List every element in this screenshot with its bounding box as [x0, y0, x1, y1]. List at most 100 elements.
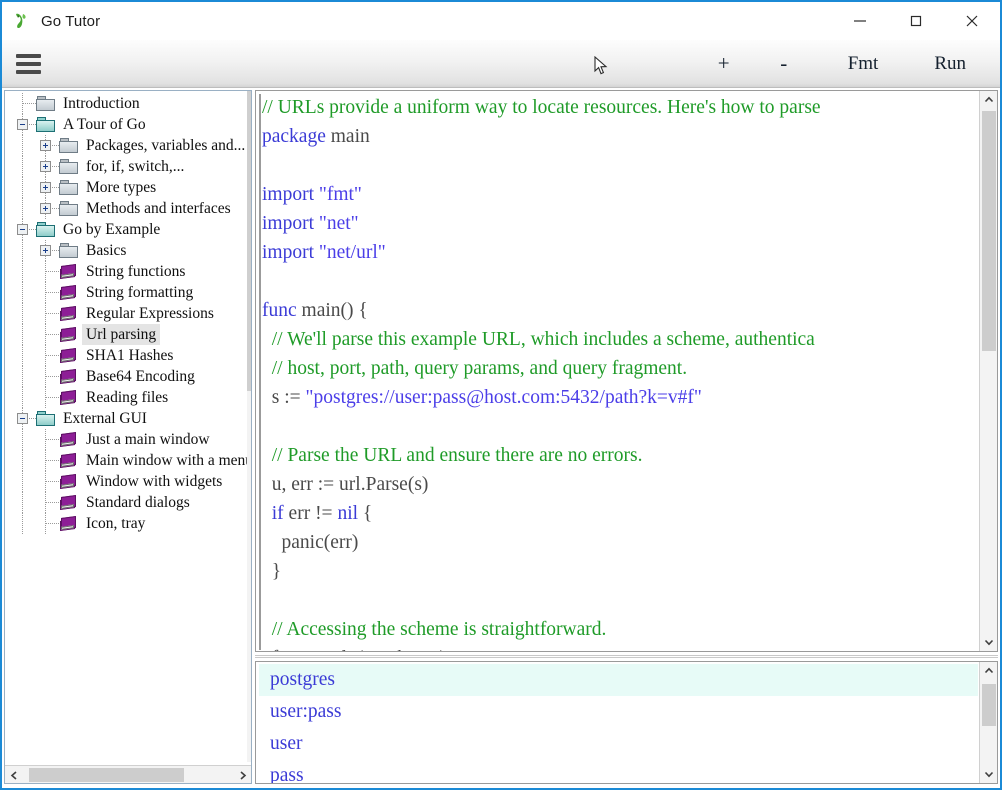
tree-hscroll-left-arrow[interactable] [5, 766, 23, 783]
tree-item-standard-dialogs[interactable]: Standard dialogs [5, 492, 251, 513]
output-list: postgres user:pass user pass [259, 664, 978, 783]
tree-item-content: Icon, tray [59, 513, 148, 534]
tree-hscroll-right-arrow[interactable] [233, 766, 251, 783]
tree-item-label: String formatting [86, 284, 194, 301]
tree-expand-icon[interactable] [40, 245, 51, 256]
tree-item-string-functions[interactable]: String functions [5, 261, 251, 282]
tree-expand-icon[interactable] [40, 161, 51, 172]
hamburger-menu-icon[interactable] [11, 47, 45, 81]
tree-collapse-icon[interactable] [17, 413, 28, 424]
output-vscroll-up-arrow[interactable] [980, 662, 997, 680]
tree-item-content: SHA1 Hashes [59, 345, 176, 366]
code-token: // We'll parse this example URL, which i… [262, 329, 815, 350]
code-vscroll-down-arrow[interactable] [980, 633, 997, 651]
code-line: } [262, 557, 978, 586]
tree-item-for-if-switch[interactable]: for, if, switch,... [5, 156, 251, 177]
tree-item-sha1-hashes[interactable]: SHA1 Hashes [5, 345, 251, 366]
code-vscroll-thumb[interactable] [982, 111, 996, 351]
run-button[interactable]: Run [924, 50, 976, 78]
window-title: Go Tutor [41, 12, 101, 30]
code-editor-viewport[interactable]: // URLs provide a uniform way to locate … [256, 91, 978, 651]
tree-guide-line [46, 334, 59, 335]
folder-open-icon [36, 410, 56, 427]
tree-collapse-icon[interactable] [17, 119, 28, 130]
maximize-button[interactable] [888, 2, 944, 40]
tree-item-go-by-example[interactable]: Go by Example [5, 219, 251, 240]
tree-item-content: More types [59, 177, 159, 198]
tree-item-reading-files[interactable]: Reading files [5, 387, 251, 408]
code-vscrollbar[interactable] [979, 91, 997, 651]
tree-item-icon-tray[interactable]: Icon, tray [5, 513, 251, 534]
tree-item-methods-and-interfaces[interactable]: Methods and interfaces [5, 198, 251, 219]
close-button[interactable] [944, 2, 1000, 40]
tree-item-introduction[interactable]: Introduction [5, 93, 251, 114]
tree-expand-icon[interactable] [40, 182, 51, 193]
tree-item-label: Regular Expressions [86, 305, 214, 322]
tree-hscrollbar[interactable] [5, 765, 251, 783]
tree-guide-line [22, 345, 23, 366]
tree-expand-icon[interactable] [40, 140, 51, 151]
minimize-button[interactable] [832, 2, 888, 40]
tree-item-packages-variables-and[interactable]: Packages, variables and... [5, 135, 251, 156]
tree-item-content: for, if, switch,... [59, 156, 187, 177]
tree-item-content: Introduction [36, 93, 143, 114]
output-vscroll-thumb[interactable] [982, 684, 996, 726]
code-token: main [325, 126, 370, 147]
lesson-tree-viewport[interactable]: Introduction A Tour of Go Packages, variab… [5, 91, 251, 762]
tree-guide-line [22, 135, 23, 156]
tree-item-external-gui[interactable]: External GUI [5, 408, 251, 429]
code-token: { [358, 503, 373, 524]
tree-item-window-with-widgets[interactable]: Window with widgets [5, 471, 251, 492]
code-token: // Parse the URL and ensure there are no… [262, 445, 643, 466]
tree-item-regular-expressions[interactable]: Regular Expressions [5, 303, 251, 324]
output-row[interactable]: pass [270, 760, 978, 783]
tree-vscroll-track[interactable] [247, 91, 251, 762]
tree-item-more-types[interactable]: More types [5, 177, 251, 198]
output-row[interactable]: postgres [259, 664, 978, 696]
code-token: "net" [318, 213, 359, 234]
output-row[interactable]: user:pass [270, 696, 978, 728]
tree-item-label: for, if, switch,... [86, 158, 185, 175]
output-viewport[interactable]: postgres user:pass user pass [256, 662, 978, 783]
tree-item-just-a-main-window[interactable]: Just a main window [5, 429, 251, 450]
tree-expand-icon[interactable] [40, 203, 51, 214]
tree-guide-line [46, 460, 59, 461]
title-bar: Go Tutor [2, 2, 1000, 40]
book-icon [59, 284, 79, 301]
tree-hscroll-thumb[interactable] [29, 768, 184, 782]
output-row[interactable]: user [270, 728, 978, 760]
code-line: panic(err) [262, 528, 978, 557]
tree-item-a-tour-of-go[interactable]: A Tour of Go [5, 114, 251, 135]
tree-guide-line [46, 523, 59, 524]
tree-guide-line [46, 376, 59, 377]
code-editor-pane: // URLs provide a uniform way to locate … [255, 90, 998, 652]
tree-item-string-formatting[interactable]: String formatting [5, 282, 251, 303]
code-line: package main [262, 122, 978, 151]
tree-collapse-icon[interactable] [17, 224, 28, 235]
code-line: import "net" [262, 209, 978, 238]
tree-guide-line [46, 502, 59, 503]
tree-vscroll-thumb[interactable] [247, 91, 251, 391]
code-vscroll-up-arrow[interactable] [980, 91, 997, 109]
tree-item-url-parsing[interactable]: Url parsing [5, 324, 251, 345]
tree-item-content: External GUI [36, 408, 150, 429]
output-vscroll-down-arrow[interactable] [980, 765, 997, 783]
format-button[interactable]: Fmt [838, 50, 889, 78]
tree-guide-line [46, 481, 59, 482]
zoom-in-button[interactable]: + [704, 48, 744, 79]
output-vscrollbar[interactable] [979, 662, 997, 783]
tree-item-content: Base64 Encoding [59, 366, 198, 387]
tree-item-basics[interactable]: Basics [5, 240, 251, 261]
book-icon [59, 515, 79, 532]
tree-item-content: String functions [59, 261, 188, 282]
tree-item-label: External GUI [63, 410, 147, 427]
pane-splitter[interactable] [255, 653, 998, 661]
code-token: err != [283, 503, 338, 524]
tree-item-main-window-with-a-menu[interactable]: Main window with a menu [5, 450, 251, 471]
tree-item-base64-encoding[interactable]: Base64 Encoding [5, 366, 251, 387]
tree-item-content: Standard dialogs [59, 492, 193, 513]
zoom-out-button[interactable]: - [764, 48, 804, 79]
